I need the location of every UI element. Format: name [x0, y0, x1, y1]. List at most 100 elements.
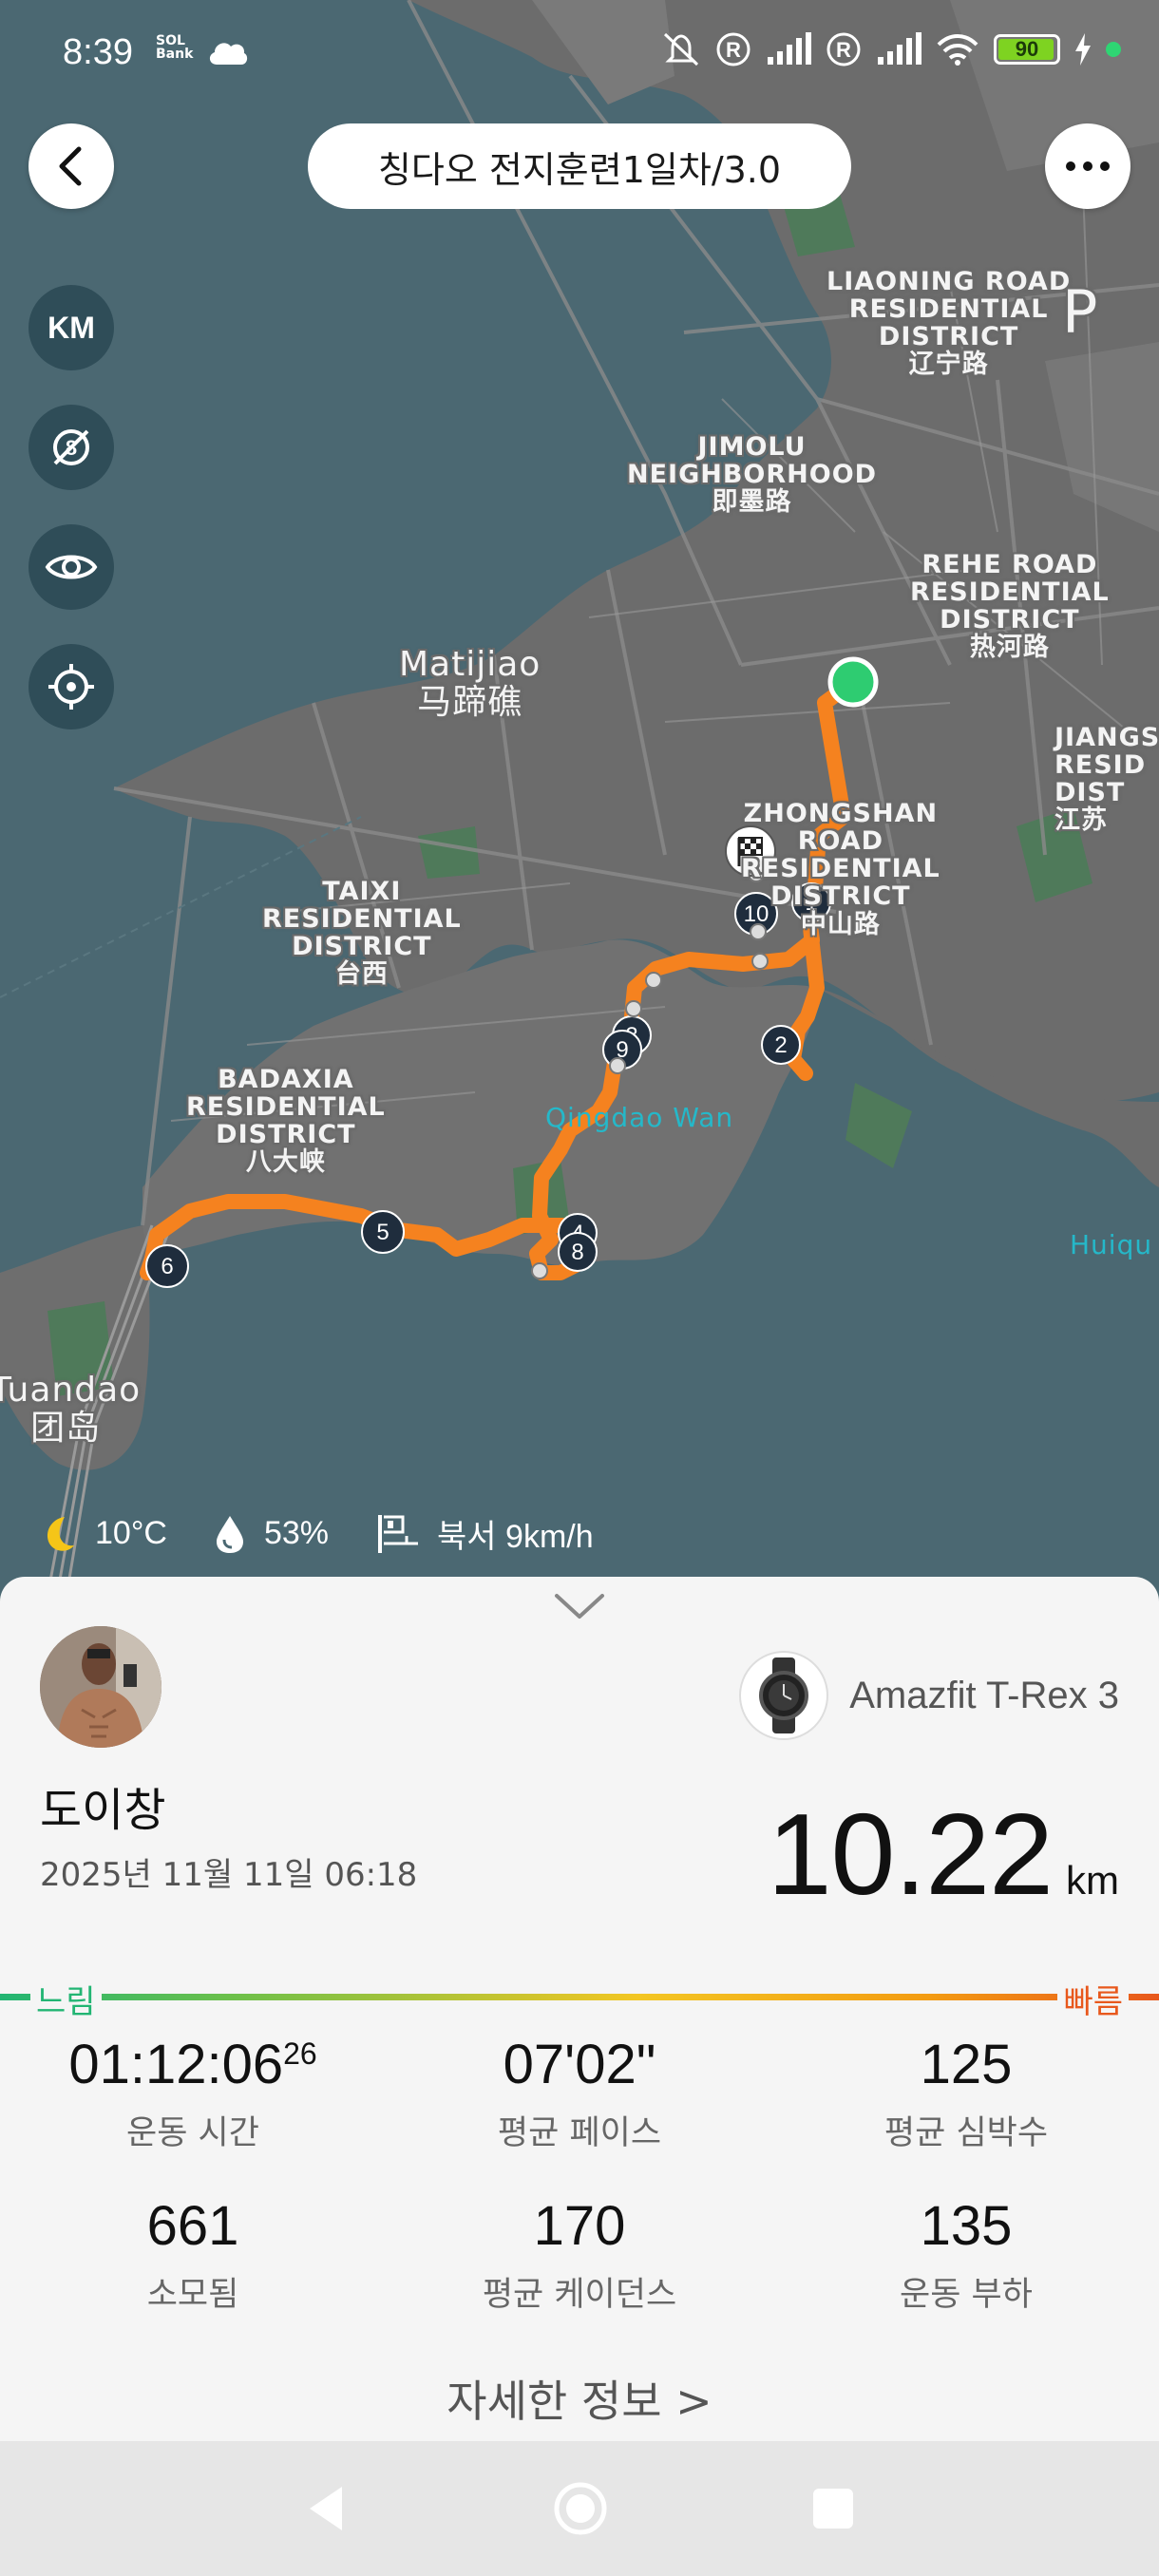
system-nav-bar: [0, 2441, 1159, 2576]
recenter-button[interactable]: [28, 644, 114, 729]
km-marker-label: 6: [161, 1254, 173, 1279]
visibility-button[interactable]: [28, 524, 114, 610]
status-time: 8:39: [63, 32, 133, 72]
workout-date: 2025년 11월 11일 06:18: [40, 1856, 418, 1894]
duration-fraction: 26: [283, 2036, 317, 2071]
map-label-jimolu: JIMOLU NEIGHBORHOOD 即墨路: [627, 432, 878, 518]
pace-gradient-bar: [0, 1994, 1159, 2000]
map-label-qingdao-wan: Qingdao Wan: [545, 1102, 734, 1133]
svg-text:R: R: [836, 38, 851, 62]
mute-icon: [663, 32, 699, 66]
stat-avg-heart-rate-label: 평균 심박수: [884, 2114, 1049, 2152]
wind-item: 북서 9km/h: [374, 1510, 594, 1557]
map-label-huiquan: Huiqu: [1070, 1229, 1153, 1260]
humidity-drop-icon: [216, 1515, 243, 1553]
markers-off-icon: 8: [53, 429, 89, 465]
km-marker-5: 5: [361, 1210, 405, 1254]
workout-summary-sheet[interactable]: Amazfit T-Rex 3 도이창 2025년 11월 11일 06:18 …: [0, 1577, 1159, 2441]
km-marker-label: 2: [774, 1032, 787, 1058]
map-label-badaxia: BADAXIA RESIDENTIAL DISTRICT 八大峡: [186, 1065, 386, 1178]
stat-avg-heart-rate-value: 125: [920, 2034, 1013, 2095]
park-3: [846, 1083, 912, 1168]
km-marker-8: 8: [558, 1232, 598, 1272]
back-arrow-icon: [59, 146, 82, 186]
nav-back-icon[interactable]: [304, 2483, 348, 2534]
workout-title[interactable]: 칭다오 전지훈련1일차/3.0: [308, 123, 851, 209]
more-dots-icon: [1066, 161, 1110, 171]
details-link[interactable]: 자세한 정보 >: [0, 2367, 1159, 2430]
stat-duration: 01:12:0626 운동 시간: [0, 2033, 386, 2154]
map-label-p: P: [1062, 277, 1099, 347]
stat-avg-cadence: 170 평균 케이던스: [387, 2194, 772, 2316]
pace-slow-label: 느림: [30, 1976, 102, 2022]
map-label-rehe: REHE ROAD RESIDENTIAL DISTRICT 热河路: [910, 550, 1110, 663]
collapse-chevron-icon[interactable]: [551, 1590, 608, 1622]
status-bar: 8:39 SOL Bank R R 90: [0, 0, 1159, 110]
stat-avg-pace-label: 평균 페이스: [497, 2114, 662, 2152]
humidity-value: 53%: [263, 1515, 330, 1551]
locate-icon: [48, 664, 94, 710]
stat-avg-cadence-value: 170: [533, 2195, 626, 2257]
stat-avg-cadence-label: 평균 케이던스: [482, 2276, 677, 2314]
avatar[interactable]: [40, 1626, 162, 1748]
watch-icon: [739, 1651, 829, 1740]
roaming-icon-2: R: [826, 32, 861, 66]
map-label-jiangsu: JIANGS RESID DIST 江苏: [1054, 723, 1159, 836]
moon-icon: [47, 1516, 74, 1551]
bank-app-icon: SOL Bank: [156, 33, 194, 62]
units-label: KM: [48, 310, 95, 345]
units-toggle-button[interactable]: KM: [28, 285, 114, 370]
stat-training-load-value: 135: [920, 2195, 1013, 2257]
duration-main: 01:12:06: [68, 2034, 284, 2095]
km-marker-label: 8: [571, 1240, 583, 1265]
stat-training-load: 135 운동 부하: [773, 2194, 1159, 2316]
stat-avg-pace: 07'02" 평균 페이스: [387, 2033, 772, 2154]
device-info[interactable]: Amazfit T-Rex 3: [739, 1651, 1119, 1740]
temperature-item: 10°C: [36, 1513, 167, 1555]
total-distance: 10.22 km: [768, 1788, 1119, 1921]
map-canvas: 1 2 3 9 4 8 5 6: [0, 0, 1159, 1596]
map-label-tuandao: Tuandao 团岛: [0, 1371, 142, 1449]
avatar-image: [40, 1626, 162, 1748]
battery-icon: 90: [994, 34, 1060, 65]
battery-level: 90: [1015, 37, 1039, 61]
km-marker-label: 5: [376, 1220, 389, 1245]
km-marker-6: 6: [145, 1244, 189, 1288]
stat-duration-value: 01:12:0626: [0, 2033, 386, 2096]
eye-icon: [45, 555, 98, 579]
charging-icon: [1075, 33, 1091, 66]
stat-duration-label: 운동 시간: [126, 2114, 259, 2152]
user-name: 도이창: [40, 1784, 166, 1837]
temperature-value: 10°C: [95, 1515, 167, 1551]
device-name: Amazfit T-Rex 3: [849, 1674, 1119, 1716]
map-label-zhongshan: ZHONGSHAN ROAD RESIDENTIAL DISTRICT 中山路: [741, 799, 940, 939]
distance-unit: km: [1066, 1858, 1119, 1903]
wind-flag-icon: [378, 1514, 419, 1553]
more-options-button[interactable]: [1045, 123, 1130, 209]
cloud-icon: [209, 43, 248, 65]
start-point: [827, 656, 879, 708]
status-icons: R R 90: [661, 30, 1121, 68]
nav-recents-icon[interactable]: [811, 2487, 855, 2530]
privacy-indicator-dot: [1106, 42, 1121, 57]
stat-calories-value: 661: [146, 2195, 239, 2257]
signal-icon-2: [878, 32, 922, 65]
weather-info: 10°C 53% 북서 9km/h: [36, 1510, 639, 1557]
hide-km-markers-button[interactable]: 8: [28, 405, 114, 490]
wind-value: 북서 9km/h: [437, 1519, 594, 1555]
signal-icon: [768, 32, 811, 65]
back-button[interactable]: [28, 123, 114, 209]
stat-calories-label: 소모됨: [146, 2276, 239, 2314]
wifi-icon: [937, 34, 978, 66]
stat-calories: 661 소모됨: [0, 2194, 386, 2316]
svg-text:R: R: [726, 38, 741, 62]
nav-home-icon[interactable]: [553, 2481, 608, 2536]
route-map[interactable]: 1 2 3 9 4 8 5 6: [0, 0, 1159, 1596]
roaming-icon: R: [716, 32, 750, 66]
pace-color-legend: 느림 빠름: [0, 1976, 1159, 2022]
stat-avg-heart-rate: 125 평균 심박수: [773, 2033, 1159, 2154]
distance-value: 10.22: [767, 1790, 1054, 1919]
km-marker-2: 2: [761, 1025, 801, 1065]
map-label-matijiao: Matijiao 马蹄礁: [399, 645, 542, 723]
map-label-taixi: TAIXI RESIDENTIAL DISTRICT 台西: [262, 877, 462, 990]
